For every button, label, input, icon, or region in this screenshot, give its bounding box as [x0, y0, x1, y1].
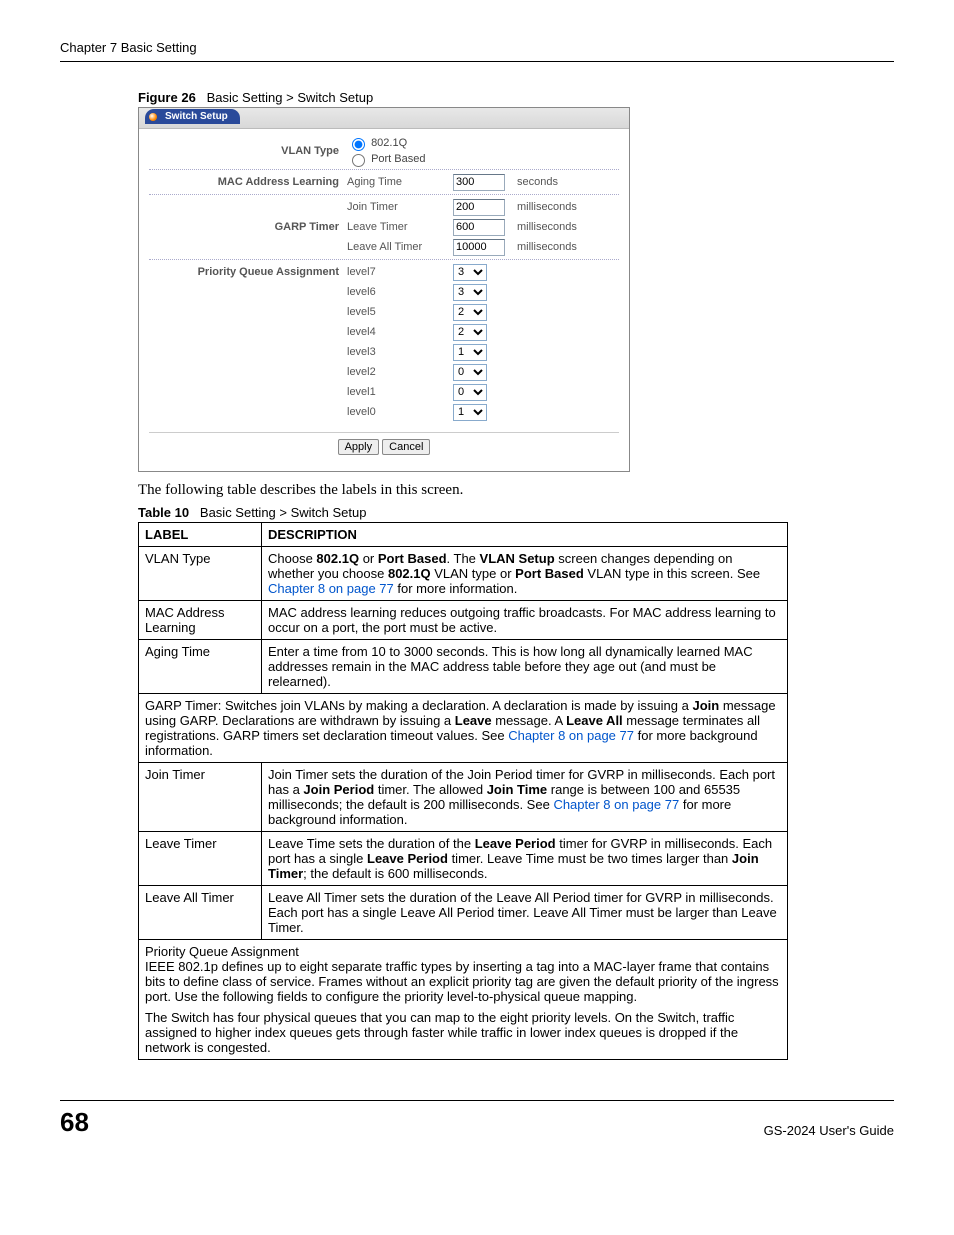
vlan-type-label: VLAN Type — [149, 145, 347, 157]
vlan-8021q-radio[interactable] — [352, 138, 365, 151]
cell-desc: Choose 802.1Q or Port Based. The VLAN Se… — [262, 547, 788, 601]
xref-link[interactable]: Chapter 8 on page 77 — [508, 728, 634, 743]
level4-label: level4 — [347, 326, 453, 338]
tab-switch-setup[interactable]: Switch Setup — [145, 109, 240, 124]
page-number: 68 — [60, 1107, 89, 1138]
cell-desc: GARP Timer: Switches join VLANs by makin… — [139, 694, 788, 763]
table-title: Basic Setting > Switch Setup — [200, 505, 367, 520]
leave-all-timer-input[interactable] — [453, 239, 505, 256]
table-caption: Table 10 Basic Setting > Switch Setup — [138, 505, 894, 520]
join-timer-input[interactable] — [453, 199, 505, 216]
leave-timer-input[interactable] — [453, 219, 505, 236]
table-row: Leave All Timer Leave All Timer sets the… — [139, 886, 788, 940]
level4-select[interactable]: 2 — [453, 324, 487, 341]
th-label: LABEL — [139, 523, 262, 547]
table-label: Table 10 — [138, 505, 189, 520]
table-row: Join Timer Join Timer sets the duration … — [139, 763, 788, 832]
description-table: LABEL DESCRIPTION VLAN Type Choose 802.1… — [138, 522, 788, 1060]
cell-label: Leave Timer — [139, 832, 262, 886]
tab-dot-icon — [149, 113, 157, 121]
figure-caption: Figure 26 Basic Setting > Switch Setup — [138, 90, 894, 105]
level7-select[interactable]: 3 — [453, 264, 487, 281]
garp-timer-label: GARP Timer — [149, 221, 347, 233]
figure-label: Figure 26 — [138, 90, 196, 105]
table-row: Aging Time Enter a time from 10 to 3000 … — [139, 640, 788, 694]
aging-time-label: Aging Time — [347, 176, 453, 188]
cell-label: Join Timer — [139, 763, 262, 832]
join-timer-label: Join Timer — [347, 201, 453, 213]
leave-all-timer-label: Leave All Timer — [347, 241, 453, 253]
level6-select[interactable]: 3 — [453, 284, 487, 301]
level3-select[interactable]: 1 — [453, 344, 487, 361]
cancel-button[interactable]: Cancel — [382, 439, 430, 455]
figure-title: Basic Setting > Switch Setup — [207, 90, 374, 105]
cell-label: VLAN Type — [139, 547, 262, 601]
xref-link[interactable]: Chapter 8 on page 77 — [268, 581, 394, 596]
cell-desc: MAC address learning reduces outgoing tr… — [262, 601, 788, 640]
cell-desc: Join Timer sets the duration of the Join… — [262, 763, 788, 832]
cell-label: Aging Time — [139, 640, 262, 694]
chapter-header: Chapter 7 Basic Setting — [60, 40, 894, 62]
vlan-portbased-text: Port Based — [371, 153, 425, 165]
level5-select[interactable]: 2 — [453, 304, 487, 321]
leave-timer-label: Leave Timer — [347, 221, 453, 233]
tab-label: Switch Setup — [165, 111, 228, 122]
cell-desc: Leave Time sets the duration of the Leav… — [262, 832, 788, 886]
level0-select[interactable]: 1 — [453, 404, 487, 421]
tab-bar: Switch Setup — [139, 108, 629, 129]
level7-label: level7 — [347, 266, 453, 278]
cell-label: MAC Address Learning — [139, 601, 262, 640]
pqa-label: Priority Queue Assignment — [149, 266, 347, 278]
level5-label: level5 — [347, 306, 453, 318]
table-row: MAC Address Learning MAC address learnin… — [139, 601, 788, 640]
level2-label: level2 — [347, 366, 453, 378]
aging-time-unit: seconds — [511, 176, 558, 188]
level1-select[interactable]: 0 — [453, 384, 487, 401]
join-timer-unit: milliseconds — [511, 201, 577, 213]
apply-button[interactable]: Apply — [338, 439, 380, 455]
cell-desc: Priority Queue Assignment IEEE 802.1p de… — [139, 940, 788, 1060]
page-footer: 68 GS-2024 User's Guide — [60, 1100, 894, 1138]
table-row: Leave Timer Leave Time sets the duration… — [139, 832, 788, 886]
aging-time-input[interactable] — [453, 174, 505, 191]
table-row: Priority Queue Assignment IEEE 802.1p de… — [139, 940, 788, 1060]
body-text: The following table describes the labels… — [138, 482, 894, 499]
level6-label: level6 — [347, 286, 453, 298]
cell-label: Leave All Timer — [139, 886, 262, 940]
level2-select[interactable]: 0 — [453, 364, 487, 381]
guide-title: GS-2024 User's Guide — [764, 1123, 894, 1138]
cell-desc: Leave All Timer sets the duration of the… — [262, 886, 788, 940]
vlan-portbased-radio[interactable] — [352, 154, 365, 167]
cell-desc: Enter a time from 10 to 3000 seconds. Th… — [262, 640, 788, 694]
th-desc: DESCRIPTION — [262, 523, 788, 547]
level0-label: level0 — [347, 406, 453, 418]
mac-learning-label: MAC Address Learning — [149, 176, 347, 188]
leave-all-timer-unit: milliseconds — [511, 241, 577, 253]
xref-link[interactable]: Chapter 8 on page 77 — [553, 797, 679, 812]
leave-timer-unit: milliseconds — [511, 221, 577, 233]
screenshot-switch-setup: Switch Setup VLAN Type 802.1Q Port Based… — [138, 107, 630, 472]
level3-label: level3 — [347, 346, 453, 358]
table-row: GARP Timer: Switches join VLANs by makin… — [139, 694, 788, 763]
level1-label: level1 — [347, 386, 453, 398]
vlan-8021q-text: 802.1Q — [371, 137, 407, 149]
table-row: VLAN Type Choose 802.1Q or Port Based. T… — [139, 547, 788, 601]
